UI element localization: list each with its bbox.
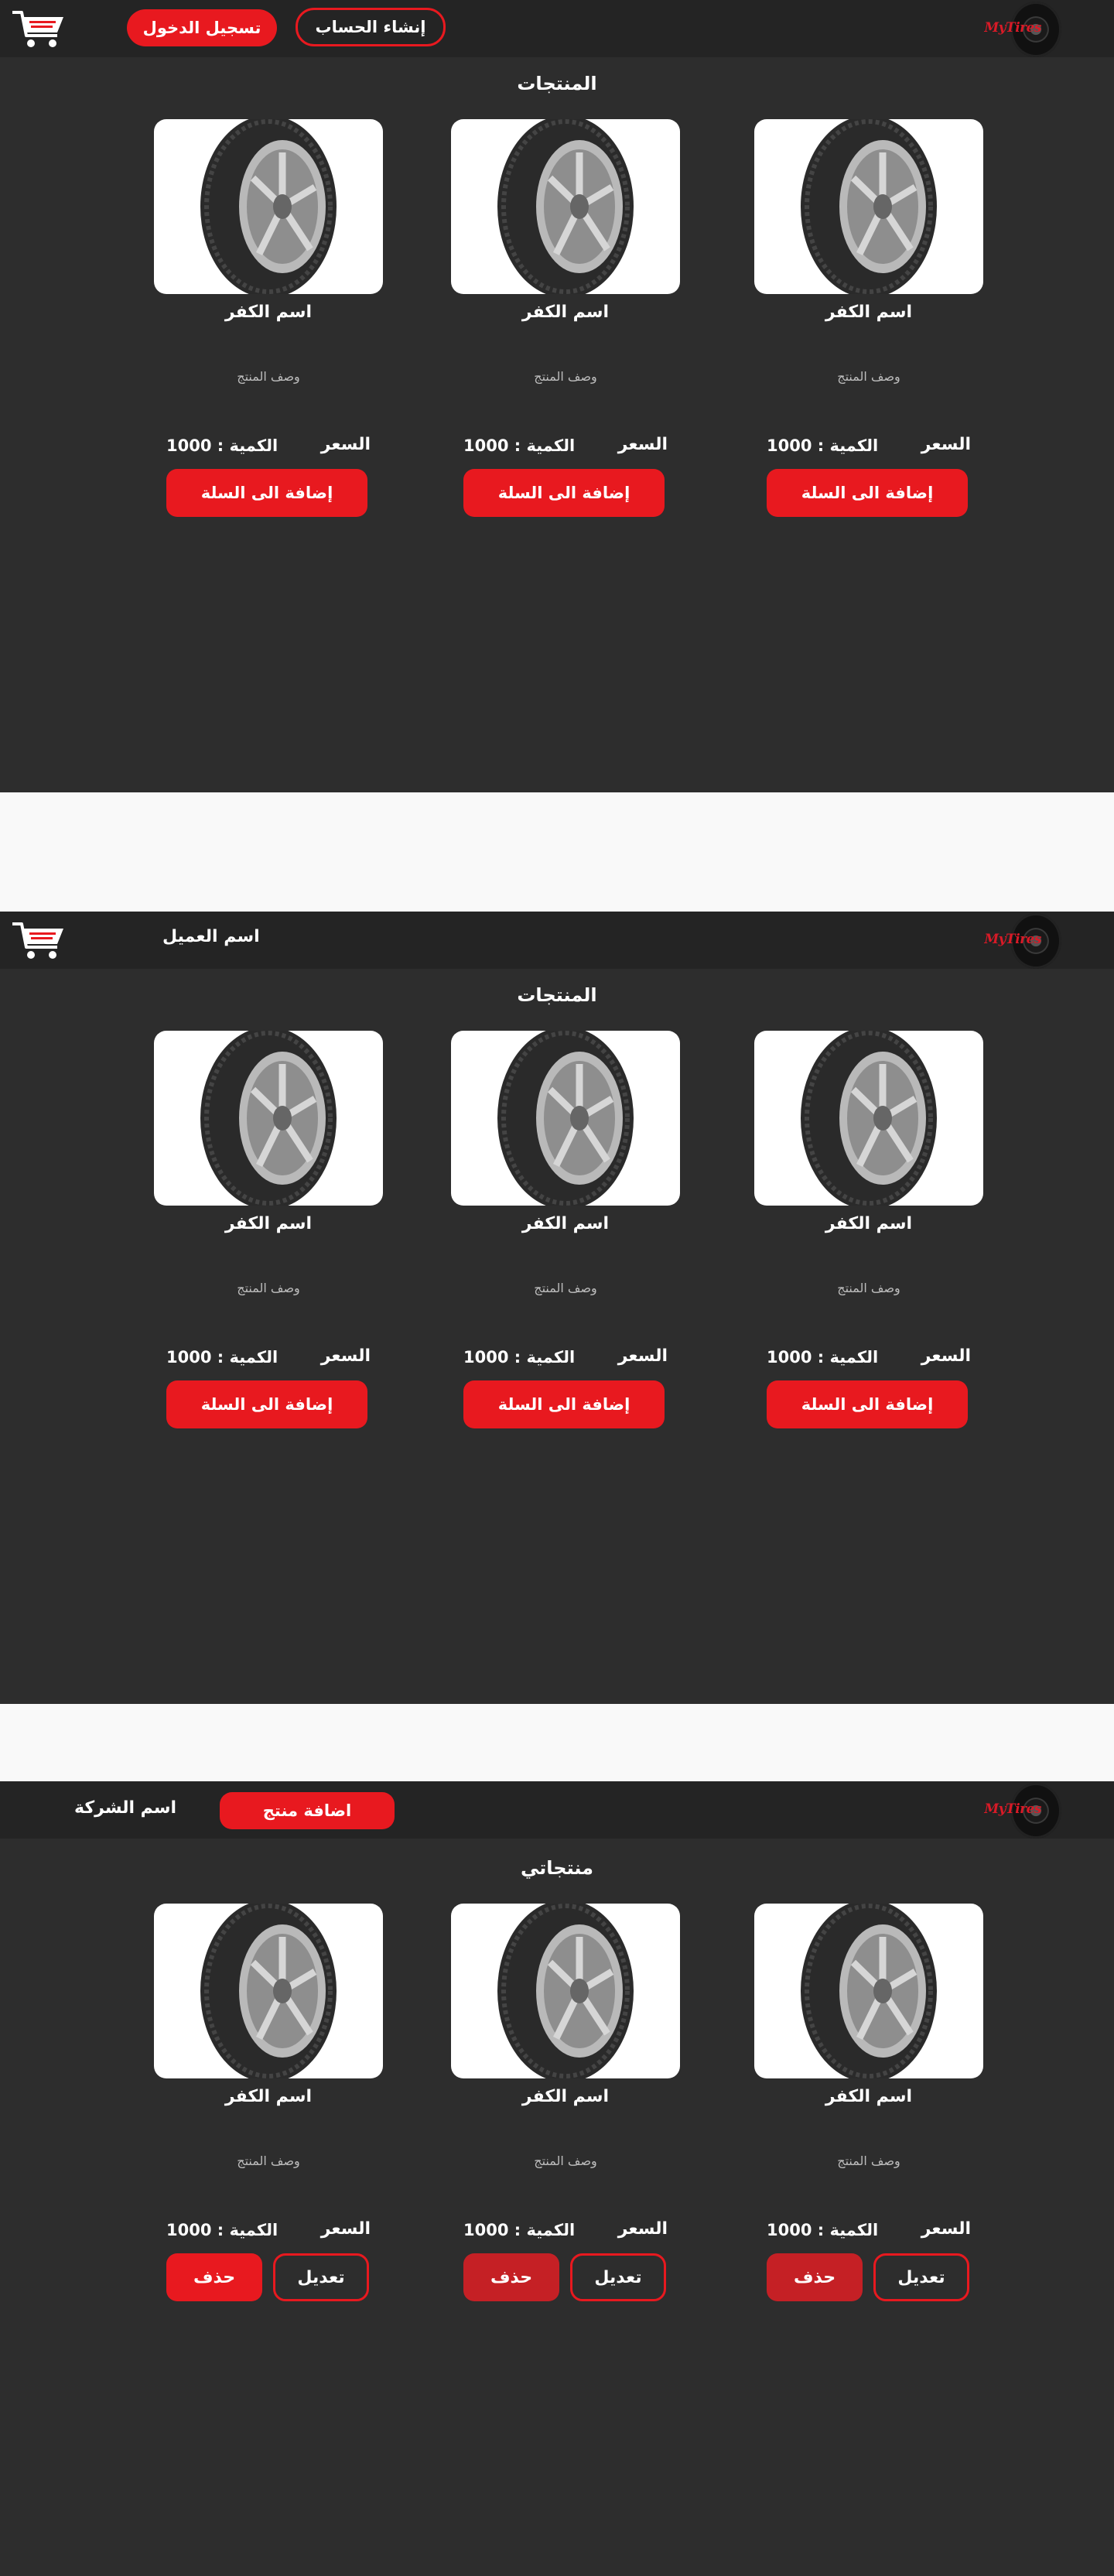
product-price: السعر	[921, 2219, 971, 2239]
login-button[interactable]: تسجيل الدخول	[127, 9, 277, 46]
product-card: اسم الكفر وصف المنتج السعر الكمية : 1000…	[451, 1031, 680, 1452]
add-to-cart-button[interactable]: إضافة الى السلة	[463, 1380, 665, 1428]
product-quantity: الكمية : 1000	[767, 1348, 879, 1367]
product-name: اسم الكفر	[224, 1214, 313, 1233]
product-price: السعر	[320, 1346, 371, 1366]
product-card: اسم الكفر وصف المنتج السعر الكمية : 1000…	[154, 119, 383, 541]
product-quantity: الكمية : 1000	[166, 1348, 278, 1367]
product-price: السعر	[320, 435, 371, 454]
add-to-cart-button[interactable]: إضافة الى السلة	[166, 469, 367, 517]
product-quantity: الكمية : 1000	[463, 2221, 576, 2239]
product-description: وصف المنتج	[534, 1281, 597, 1295]
product-description: وصف المنتج	[237, 2154, 300, 2168]
product-card: اسم الكفر وصف المنتج السعر الكمية : 1000…	[154, 1031, 383, 1452]
cart-icon[interactable]	[11, 8, 67, 51]
product-card: اسم الكفر وصف المنتج السعر الكمية : 1000…	[154, 1904, 383, 2325]
edit-product-button[interactable]: تعديل	[273, 2253, 369, 2301]
tire-image	[154, 1031, 383, 1206]
edit-product-button[interactable]: تعديل	[570, 2253, 666, 2301]
tire-image	[451, 119, 680, 294]
page-title: منتجاتي	[520, 1857, 594, 1879]
customer-name[interactable]: اسم العميل	[162, 927, 260, 946]
tire-image	[754, 119, 983, 294]
product-card: اسم الكفر وصف المنتج السعر الكمية : 1000…	[754, 119, 983, 541]
product-quantity: الكمية : 1000	[463, 1348, 576, 1367]
logo-text: MyTires	[984, 932, 1041, 947]
product-quantity: الكمية : 1000	[166, 436, 278, 455]
logo-text: MyTires	[984, 20, 1041, 36]
screen-divider	[0, 792, 1114, 912]
product-quantity: الكمية : 1000	[767, 436, 879, 455]
add-to-cart-button[interactable]: إضافة الى السلة	[463, 469, 665, 517]
product-description: وصف المنتج	[837, 1281, 900, 1295]
navbar: MyTires إنشاء الحساب تسجيل الدخول	[0, 0, 1114, 57]
tire-image	[154, 1904, 383, 2078]
product-price: السعر	[617, 2219, 668, 2239]
product-price: السعر	[921, 435, 971, 454]
product-name: اسم الكفر	[521, 1214, 610, 1233]
company-name[interactable]: اسم الشركة	[74, 1798, 176, 1818]
delete-product-button[interactable]: حذف	[463, 2253, 559, 2301]
product-name: اسم الكفر	[825, 2087, 913, 2106]
product-card: اسم الكفر وصف المنتج السعر الكمية : 1000…	[754, 1904, 983, 2325]
page-title: المنتجات	[517, 984, 597, 1006]
product-quantity: الكمية : 1000	[166, 2221, 278, 2239]
navbar: MyTires اسم العميل	[0, 912, 1114, 969]
product-name: اسم الكفر	[521, 303, 610, 322]
product-description: وصف المنتج	[237, 369, 300, 384]
page-title: المنتجات	[517, 73, 597, 94]
product-name: اسم الكفر	[224, 303, 313, 322]
edit-product-button[interactable]: تعديل	[873, 2253, 969, 2301]
screen-divider	[0, 1704, 1114, 1781]
add-to-cart-button[interactable]: إضافة الى السلة	[767, 469, 968, 517]
customer-products-screen: MyTires اسم العميل المنتجات اسم الكفر وص…	[0, 912, 1114, 1704]
logo-text: MyTires	[984, 1801, 1041, 1817]
product-price: السعر	[921, 1346, 971, 1366]
tire-image	[754, 1031, 983, 1206]
product-description: وصف المنتج	[837, 369, 900, 384]
tire-image	[451, 1904, 680, 2078]
guest-products-screen: MyTires إنشاء الحساب تسجيل الدخول المنتج…	[0, 0, 1114, 792]
site-logo[interactable]: MyTires	[981, 2, 1061, 57]
product-price: السعر	[617, 435, 668, 454]
product-price: السعر	[320, 2219, 371, 2239]
product-description: وصف المنتج	[237, 1281, 300, 1295]
product-name: اسم الكفر	[825, 1214, 913, 1233]
tire-image	[451, 1031, 680, 1206]
product-description: وصف المنتج	[534, 2154, 597, 2168]
product-description: وصف المنتج	[534, 369, 597, 384]
product-quantity: الكمية : 1000	[463, 436, 576, 455]
company-products-screen: MyTires اضافة منتج اسم الشركة منتجاتي اس…	[0, 1781, 1114, 2576]
product-description: وصف المنتج	[837, 2154, 900, 2168]
site-logo[interactable]: MyTires	[981, 913, 1061, 969]
product-price: السعر	[617, 1346, 668, 1366]
add-product-button[interactable]: اضافة منتج	[220, 1792, 395, 1829]
product-name: اسم الكفر	[521, 2087, 610, 2106]
navbar: MyTires اضافة منتج اسم الشركة	[0, 1781, 1114, 1839]
product-name: اسم الكفر	[224, 2087, 313, 2106]
delete-product-button[interactable]: حذف	[767, 2253, 863, 2301]
product-card: اسم الكفر وصف المنتج السعر الكمية : 1000…	[451, 119, 680, 541]
product-card: اسم الكفر وصف المنتج السعر الكمية : 1000…	[754, 1031, 983, 1452]
product-name: اسم الكفر	[825, 303, 913, 322]
signup-button[interactable]: إنشاء الحساب	[296, 8, 446, 46]
delete-product-button[interactable]: حذف	[166, 2253, 262, 2301]
cart-icon[interactable]	[11, 919, 67, 963]
site-logo[interactable]: MyTires	[981, 1783, 1061, 1839]
add-to-cart-button[interactable]: إضافة الى السلة	[767, 1380, 968, 1428]
tire-image	[154, 119, 383, 294]
tire-image	[754, 1904, 983, 2078]
product-quantity: الكمية : 1000	[767, 2221, 879, 2239]
add-to-cart-button[interactable]: إضافة الى السلة	[166, 1380, 367, 1428]
product-card: اسم الكفر وصف المنتج السعر الكمية : 1000…	[451, 1904, 680, 2325]
